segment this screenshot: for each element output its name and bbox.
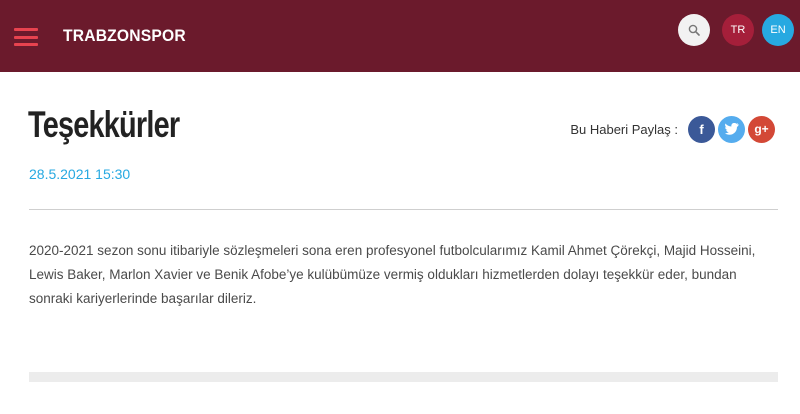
facebook-icon: f	[699, 121, 704, 137]
page-title: Teşekkürler	[28, 104, 180, 145]
divider	[29, 209, 778, 210]
menu-bar	[14, 28, 38, 31]
article-date: 28.5.2021 15:30	[29, 166, 131, 182]
google-plus-icon: g+	[754, 122, 769, 136]
site-header: TRABZONSPOR TR EN	[0, 0, 800, 72]
content-footer-bar	[29, 372, 778, 382]
language-tr-button[interactable]: TR	[722, 14, 754, 46]
twitter-icon	[724, 123, 738, 135]
twitter-share-button[interactable]	[718, 115, 745, 143]
menu-bar	[14, 43, 38, 46]
facebook-share-button[interactable]: f	[688, 115, 715, 143]
site-logo[interactable]: TRABZONSPOR	[54, 13, 194, 59]
logo-text: TRABZONSPOR	[63, 26, 186, 45]
language-en-button[interactable]: EN	[762, 14, 794, 46]
share-bar: Bu Haberi Paylaş : f g+	[570, 115, 775, 143]
article-body: 2020-2021 sezon sonu itibariyle sözleşme…	[29, 243, 756, 306]
share-label: Bu Haberi Paylaş :	[570, 121, 678, 137]
menu-bar	[14, 35, 38, 39]
hamburger-menu-icon[interactable]	[14, 28, 38, 46]
search-icon	[688, 24, 700, 36]
google-plus-share-button[interactable]: g+	[748, 115, 775, 143]
search-button[interactable]	[678, 14, 710, 46]
